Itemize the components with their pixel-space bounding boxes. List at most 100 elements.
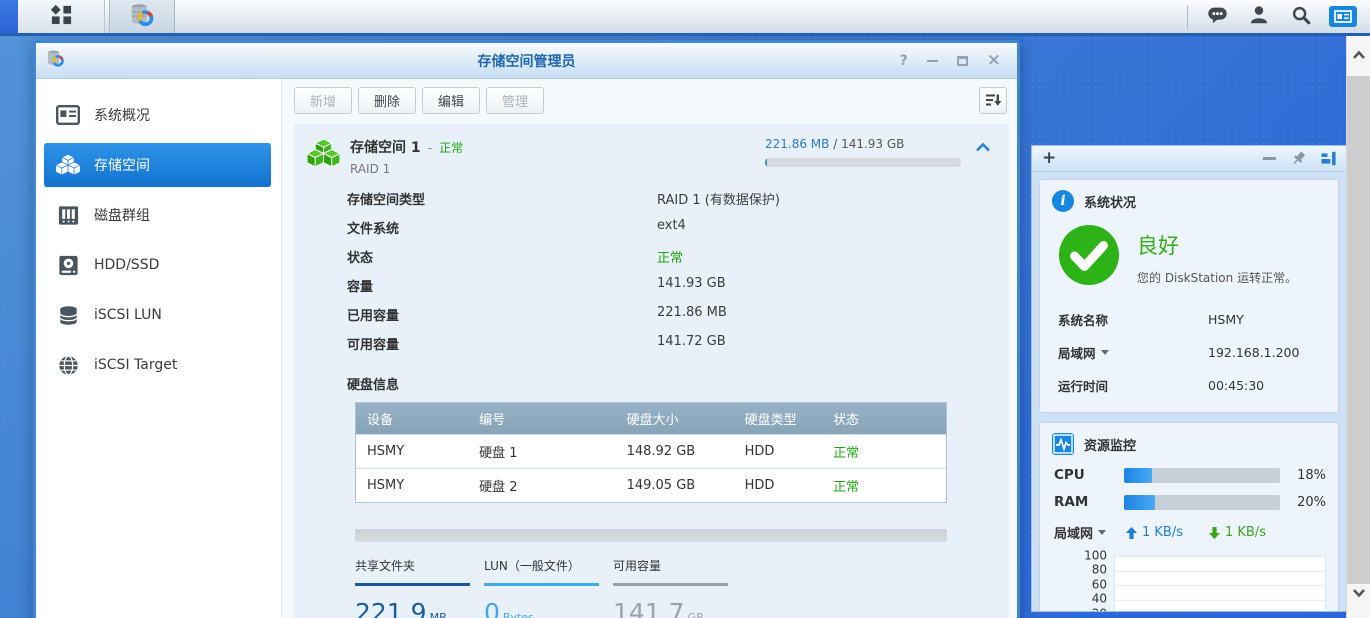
system-health-widget: i 系统状况 良好 您的 DiskStation 运转正常。 系统名称 (1039, 179, 1339, 413)
window-titlebar[interactable]: 存储空间管理员 ? × (36, 43, 1017, 79)
disk-row-2[interactable]: HSMY 硬盘 2 149.05 GB HDD 正常 (356, 469, 946, 503)
sidebar-item-overview[interactable]: 系统概况 (44, 93, 271, 137)
minus-icon (1263, 157, 1276, 160)
download-speed: 1 KB/s (1209, 525, 1266, 540)
resource-monitor-widget: 资源监控 CPU 18% RAM 20% 局域网 1 KB/s (1039, 422, 1339, 611)
user-menu-button[interactable] (1238, 0, 1280, 33)
collapse-panel-button[interactable] (1263, 157, 1276, 160)
chevron-down-icon (1352, 588, 1366, 598)
volume-cubes-icon (55, 152, 81, 178)
main-content: 新增 删除 编辑 管理 (281, 79, 1017, 618)
storage-manager-icon (129, 2, 155, 32)
volume-name: 存储空间 1 (350, 140, 421, 156)
disk-table: 设备 编号 硬盘大小 硬盘类型 状态 HSMY 硬盘 1 148 (355, 402, 947, 503)
search-button[interactable] (1280, 0, 1322, 33)
chevron-down-icon (1098, 530, 1106, 535)
user-icon (1248, 4, 1270, 30)
taskbar-separator (1187, 5, 1188, 29)
minimize-button[interactable] (927, 60, 938, 62)
health-description: 您的 DiskStation 运转正常。 (1137, 269, 1297, 286)
cpu-meter: CPU 18% (1052, 467, 1326, 483)
delete-button[interactable]: 删除 (358, 87, 416, 114)
widgets-toggle-button[interactable] (1322, 0, 1364, 33)
col-device[interactable]: 设备 (356, 403, 468, 435)
col-type[interactable]: 硬盘类型 (734, 403, 823, 435)
col-number[interactable]: 编号 (468, 403, 616, 435)
detail-row: 文件系统 ext4 (294, 213, 1009, 242)
overall-usage-bar (355, 529, 947, 542)
sidebar-item-hdd-ssd[interactable]: HDD/SSD (44, 243, 271, 287)
download-arrow-icon (1209, 527, 1220, 539)
sidebar-item-iscsi-target[interactable]: iSCSI Target (44, 343, 271, 387)
create-button[interactable]: 新增 (294, 87, 352, 114)
ram-bar (1124, 495, 1280, 510)
close-button[interactable]: × (987, 52, 1001, 69)
chevron-up-icon (1352, 50, 1366, 60)
widget-panel-header: + (1032, 146, 1346, 172)
volume-raid-type: RAID 1 (350, 162, 463, 176)
sidebar-item-label: iSCSI LUN (94, 307, 162, 323)
taskbar-storage-manager-button[interactable] (109, 0, 175, 33)
usage-used: 221.86 MB (765, 137, 829, 151)
chart-plot-area (1114, 555, 1326, 611)
volume-dash: - (428, 141, 432, 155)
lan-dropdown[interactable]: 局域网 (1058, 343, 1208, 362)
sidebar-item-label: 磁盘群组 (94, 205, 150, 225)
stat-lun: LUN（一般文件） 0Bytes (484, 557, 599, 618)
scrollbar-thumb[interactable] (1347, 76, 1370, 584)
iscsi-lun-icon (55, 302, 81, 328)
main-menu-button[interactable] (18, 0, 105, 33)
sidebar-item-iscsi-lun[interactable]: iSCSI LUN (44, 293, 271, 337)
hdd-icon (55, 252, 81, 278)
add-widget-button[interactable]: + (1042, 150, 1056, 167)
lan-traffic-dropdown[interactable]: 局域网 (1052, 523, 1126, 542)
window-title: 存储空间管理员 (36, 51, 1017, 71)
scroll-down-button[interactable] (1347, 588, 1370, 598)
chevron-down-icon (1101, 350, 1109, 355)
sidebar-item-label: HDD/SSD (94, 257, 159, 273)
disk-group-icon (55, 202, 81, 228)
stat-available: 可用容量 141.7GB (613, 557, 728, 618)
pushpin-icon (1291, 151, 1306, 166)
scroll-up-button[interactable] (1347, 50, 1370, 60)
health-row-lan: 局域网 192.168.1.200 (1052, 336, 1326, 369)
volume-status: 正常 (439, 141, 463, 155)
usage-separator: / (829, 137, 841, 151)
sort-button[interactable] (979, 87, 1007, 114)
overview-card-icon (55, 102, 81, 128)
disk-table-header-row: 设备 编号 硬盘大小 硬盘类型 状态 (356, 403, 946, 435)
col-status[interactable]: 状态 (822, 403, 946, 435)
sidebar-item-volume[interactable]: 存储空间 (44, 143, 271, 187)
sidebar-item-label: 存储空间 (94, 155, 150, 175)
chart-y-axis: 100806040200 (1052, 555, 1114, 611)
usage-total: 141.93 GB (841, 137, 904, 151)
widget-panel: + (1031, 145, 1347, 612)
col-size[interactable]: 硬盘大小 (616, 403, 734, 435)
stat-shared-folders: 共享文件夹 221.9MB (355, 557, 470, 618)
dock-panel-button[interactable] (1321, 151, 1336, 166)
detail-row: 状态 正常 (294, 242, 1009, 271)
iscsi-target-icon (55, 352, 81, 378)
maximize-button[interactable] (957, 56, 968, 66)
disk-row-1[interactable]: HSMY 硬盘 1 148.92 GB HDD 正常 (356, 435, 946, 469)
manage-button[interactable]: 管理 (486, 87, 544, 114)
edit-button[interactable]: 编辑 (422, 87, 480, 114)
ram-percent: 20% (1280, 495, 1326, 510)
widgets-panel-icon (1329, 6, 1357, 27)
health-row-system-name: 系统名称 HSMY (1052, 303, 1326, 336)
taskbar-left-edge (0, 0, 18, 33)
cpu-percent: 18% (1280, 468, 1326, 483)
pin-panel-button[interactable] (1291, 151, 1306, 166)
notifications-button[interactable] (1196, 0, 1238, 33)
help-button[interactable]: ? (900, 54, 908, 68)
upload-arrow-icon (1126, 527, 1137, 539)
toolbar: 新增 删除 编辑 管理 (282, 79, 1017, 121)
chat-bubble-icon (1206, 4, 1229, 30)
cpu-bar (1124, 468, 1280, 483)
desktop-scrollbar[interactable] (1346, 36, 1370, 618)
volume-card-header[interactable]: 存储空间 1 - 正常 RAID 1 221.86 MB / 141.93 GB (294, 124, 1009, 180)
storage-manager-window: 存储空间管理员 ? × 系统概况 (33, 40, 1020, 618)
sidebar-item-disk-group[interactable]: 磁盘群组 (44, 193, 271, 237)
volume-card: 存储空间 1 - 正常 RAID 1 221.86 MB / 141.93 GB (294, 124, 1009, 618)
collapse-chevron-up-icon[interactable] (975, 141, 991, 158)
